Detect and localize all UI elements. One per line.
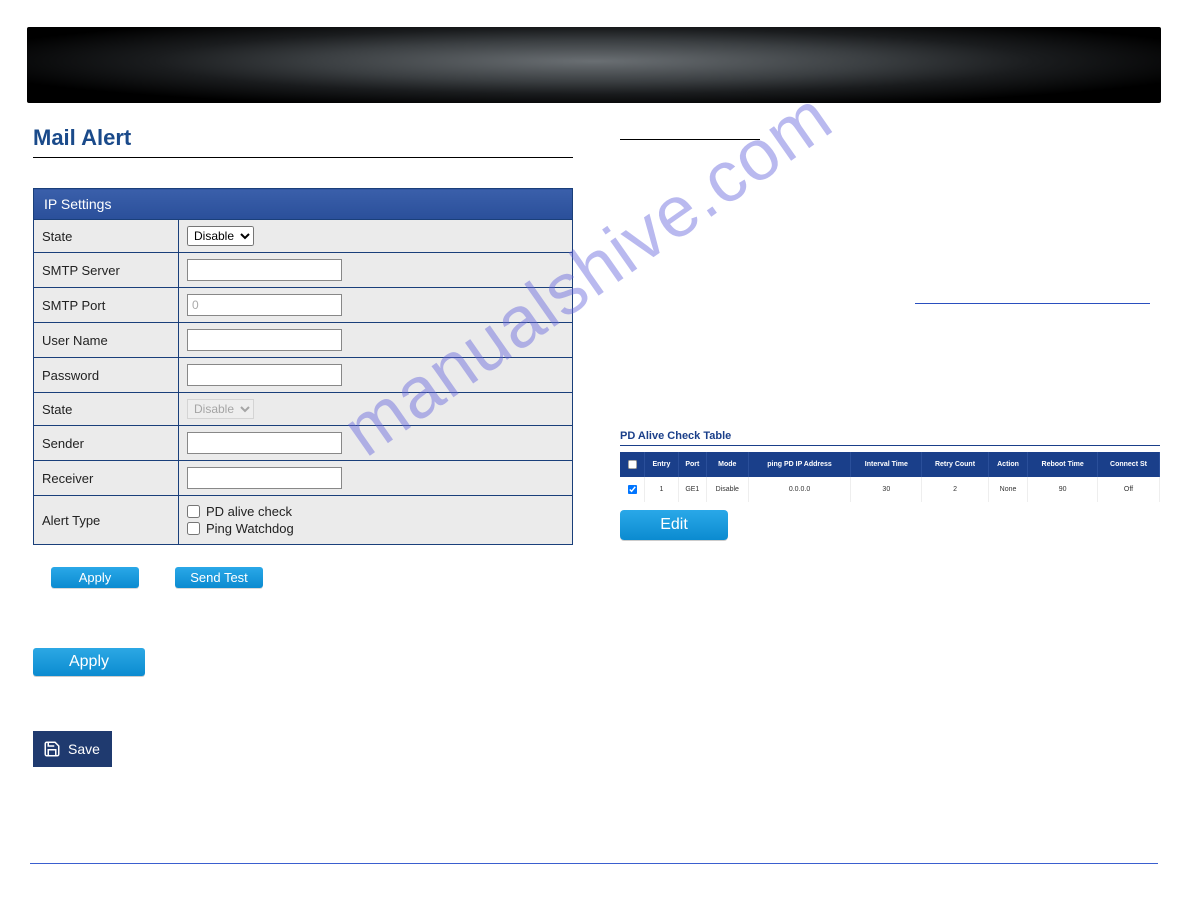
pd-col-port: Port [678, 452, 706, 477]
page-title: Mail Alert [33, 125, 573, 151]
send-test-button[interactable]: Send Test [175, 567, 263, 588]
pd-row-ip: 0.0.0.0 [748, 477, 851, 502]
pd-row-retry: 2 [922, 477, 988, 502]
header-banner [27, 27, 1161, 103]
table-row: 1 GE1 Disable 0.0.0.0 30 2 None 90 Off [620, 477, 1160, 502]
state-label: State [34, 220, 179, 253]
pd-col-action: Action [988, 452, 1028, 477]
left-column: Mail Alert IP Settings State Disable SMT… [33, 125, 573, 767]
pd-row-chk[interactable] [620, 477, 645, 502]
pd-col-mode: Mode [706, 452, 748, 477]
section-header: IP Settings [34, 189, 573, 220]
state2-label: State [34, 393, 179, 426]
pd-alive-label: PD alive check [206, 504, 292, 519]
save-button[interactable]: Save [33, 731, 112, 767]
pd-row-interval: 30 [851, 477, 922, 502]
right-column: PD Alive Check Table Entry Port Mode pin… [620, 125, 1165, 140]
state-select[interactable]: Disable [187, 226, 254, 246]
user-name-label: User Name [34, 323, 179, 358]
smtp-port-input[interactable] [187, 294, 342, 316]
pd-col-reboot: Reboot Time [1028, 452, 1098, 477]
pd-col-entry: Entry [645, 452, 679, 477]
apply-large-button[interactable]: Apply [33, 648, 145, 676]
smtp-port-label: SMTP Port [34, 288, 179, 323]
password-input[interactable] [187, 364, 342, 386]
footer-rule [30, 863, 1158, 864]
pd-table-title: PD Alive Check Table [620, 430, 1160, 442]
button-row: Apply Send Test [33, 567, 573, 588]
password-label: Password [34, 358, 179, 393]
state-cell: Disable [179, 220, 573, 253]
pd-col-retry: Retry Count [922, 452, 988, 477]
user-name-input[interactable] [187, 329, 342, 351]
title-rule [33, 157, 573, 158]
pd-alive-checkbox[interactable] [187, 505, 200, 518]
right-rule-short [620, 139, 760, 140]
pd-row-port: GE1 [678, 477, 706, 502]
edit-button[interactable]: Edit [620, 510, 728, 540]
smtp-server-label: SMTP Server [34, 253, 179, 288]
state2-select: Disable [187, 399, 254, 419]
pd-row-connect: Off [1098, 477, 1160, 502]
pd-row-reboot: 90 [1028, 477, 1098, 502]
pd-title-rule [620, 445, 1160, 446]
save-icon [43, 740, 61, 758]
pd-col-interval: Interval Time [851, 452, 922, 477]
apply-button[interactable]: Apply [51, 567, 139, 588]
sender-label: Sender [34, 426, 179, 461]
ping-watchdog-label: Ping Watchdog [206, 521, 294, 536]
pd-region: PD Alive Check Table Entry Port Mode pin… [620, 430, 1160, 540]
save-label: Save [68, 741, 100, 757]
pd-col-chk[interactable] [620, 452, 645, 477]
receiver-label: Receiver [34, 461, 179, 496]
right-rule-blue [915, 303, 1150, 304]
pd-col-connect: Connect St [1098, 452, 1160, 477]
ping-watchdog-checkbox[interactable] [187, 522, 200, 535]
ip-settings-table: IP Settings State Disable SMTP Server SM… [33, 188, 573, 545]
pd-col-ip: ping PD IP Address [748, 452, 851, 477]
pd-alive-table: Entry Port Mode ping PD IP Address Inter… [620, 452, 1160, 502]
pd-row-entry: 1 [645, 477, 679, 502]
pd-row-action: None [988, 477, 1028, 502]
pd-row-mode: Disable [706, 477, 748, 502]
sender-input[interactable] [187, 432, 342, 454]
receiver-input[interactable] [187, 467, 342, 489]
smtp-server-input[interactable] [187, 259, 342, 281]
alert-type-label: Alert Type [34, 496, 179, 545]
